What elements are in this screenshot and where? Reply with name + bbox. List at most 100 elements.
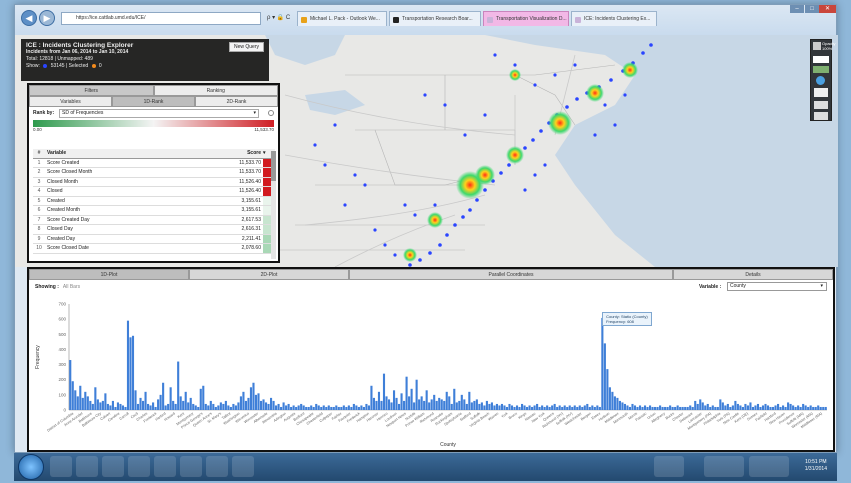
chrome-icon[interactable] — [128, 456, 150, 477]
tab-variables[interactable]: Variables — [29, 96, 112, 107]
chart-bar — [187, 402, 190, 410]
chart-bar — [267, 403, 270, 410]
frequency-bar-chart[interactable]: 0100200300400500600700District of Columb… — [29, 290, 833, 450]
tab-favicon-icon — [487, 17, 493, 23]
table-row[interactable]: 6 Created Month 3,155.61 — [33, 206, 275, 216]
chart-bar — [292, 405, 295, 410]
chart-bar — [234, 405, 237, 410]
chart-bar — [633, 405, 637, 410]
rank-by-select[interactable]: SD of Frequencies ▾ — [59, 109, 259, 118]
chart-bar — [162, 382, 165, 410]
chart-bar — [455, 402, 458, 410]
chart-bar — [227, 405, 230, 410]
col-header-score[interactable]: Score — [227, 149, 263, 158]
all-dot-icon[interactable] — [43, 63, 48, 68]
chart-bar — [144, 391, 147, 410]
globe-icon[interactable] — [816, 76, 825, 85]
col-header-variable[interactable]: Variable — [45, 149, 227, 158]
chart-bar — [623, 403, 627, 410]
print-icon[interactable] — [814, 101, 828, 109]
firefox-icon[interactable] — [102, 456, 124, 477]
tab-2d-plot[interactable]: 2D-Plot — [189, 269, 349, 280]
chart-bar — [224, 400, 227, 410]
scrollbar[interactable] — [271, 151, 276, 259]
media-icon[interactable] — [154, 456, 176, 477]
opacity-value: 100% — [822, 46, 833, 51]
browser-tab-2[interactable]: Transportation Visualization D... — [483, 11, 569, 26]
powerpoint-icon[interactable] — [232, 456, 254, 477]
rank-by-label: Rank by: — [33, 110, 55, 116]
tab-parallel-coordinates[interactable]: Parallel Coordinates — [349, 269, 673, 280]
chart-bar — [571, 406, 574, 410]
start-button[interactable] — [18, 454, 44, 480]
minimize-button[interactable]: – — [790, 5, 804, 13]
back-icon[interactable]: ◀ — [21, 10, 37, 26]
tab-filters[interactable]: Filters — [29, 85, 154, 96]
chart-bar — [340, 406, 343, 410]
table-row[interactable]: 9 Created Day 2,211.41 — [33, 234, 275, 244]
chart-bar — [684, 406, 687, 410]
chart-bar — [764, 403, 767, 410]
chart-bar — [608, 387, 611, 410]
row-variable: Score Closed Month — [47, 169, 93, 175]
address-bar[interactable]: https://ice.cattlab.umd.edu/ICE/ — [61, 12, 261, 25]
chart-bar — [372, 397, 376, 410]
browser-tab-0[interactable]: Michael L. Pack - Outlook We... — [297, 11, 387, 26]
tab-2d-rank[interactable]: 2D-Rank — [195, 96, 278, 107]
terrain-icon[interactable] — [813, 66, 829, 73]
table-row[interactable]: 7 Score Created Day 2,617.53 — [33, 215, 275, 225]
close-button[interactable]: ✕ — [819, 5, 836, 13]
export-icon[interactable] — [814, 112, 828, 120]
chart-bar — [641, 406, 644, 410]
tab-details[interactable]: Details — [673, 269, 833, 280]
tab-1d-plot[interactable]: 1D-Plot — [29, 269, 189, 280]
scrollbar-thumb[interactable] — [271, 151, 276, 181]
layers-icon[interactable] — [813, 42, 821, 50]
explorer-icon[interactable] — [76, 456, 98, 477]
tab-label: Transportation Research Boar... — [402, 16, 473, 22]
map-view-icon[interactable] — [813, 56, 829, 63]
table-row[interactable]: 3 Closed Month 11,526.40 — [33, 177, 275, 187]
chart-bar — [302, 405, 305, 410]
outlook-icon[interactable] — [206, 456, 228, 477]
table-row[interactable]: 4 Closed 11,526.40 — [33, 187, 275, 197]
chart-bar — [518, 406, 521, 410]
battery-icon[interactable] — [704, 456, 744, 477]
excel-icon[interactable] — [180, 456, 202, 477]
tab-1d-rank[interactable]: 1D-Rank — [112, 96, 195, 107]
browser-tab-1[interactable]: Transportation Research Boar... — [389, 11, 481, 26]
network-icon[interactable] — [654, 456, 684, 477]
table-row[interactable]: 1 Score Created 11,533.70 — [33, 158, 275, 168]
chart-bar — [694, 400, 697, 410]
chart-bar — [126, 320, 130, 410]
chart-bar — [450, 403, 453, 410]
forward-icon[interactable]: ▶ — [39, 10, 55, 26]
maximize-button[interactable]: □ — [805, 5, 819, 13]
chart-bar — [305, 406, 308, 410]
table-row[interactable]: 10 Score Closed Date 2,078.60 — [33, 244, 275, 254]
chart-bar — [237, 402, 240, 410]
table-row[interactable]: 5 Created 3,155.61 — [33, 196, 275, 206]
new-query-button[interactable]: New Query — [228, 42, 264, 52]
chart-bar — [360, 405, 363, 410]
browser-tab-3[interactable]: ICE: Incidents Clustering Ex... — [571, 11, 657, 26]
chart-bar — [536, 403, 539, 410]
tab-ranking[interactable]: Ranking — [153, 85, 278, 96]
y-tick-label: 600 — [58, 317, 66, 322]
chart-bar — [505, 406, 509, 410]
address-controls[interactable]: ρ ▾ 🔒 C — [267, 14, 290, 21]
table-row[interactable]: 8 Closed Day 2,616.31 — [33, 225, 275, 235]
chart-bar — [332, 406, 335, 410]
chart-bar — [671, 406, 674, 410]
ie-icon[interactable] — [50, 456, 72, 477]
selected-dot-icon[interactable] — [91, 63, 96, 68]
table-row[interactable]: 2 Score Closed Month 11,533.70 — [33, 168, 275, 178]
tab-label: ICE: Incidents Clustering Ex... — [584, 16, 651, 22]
chart-bar — [606, 369, 609, 410]
settings-icon[interactable] — [268, 110, 274, 116]
legend-icon[interactable] — [814, 88, 828, 97]
system-clock[interactable]: 10:51 PM 1/31/2014 — [805, 459, 827, 473]
x-tick-label: Carroll — [119, 411, 130, 420]
volume-icon[interactable] — [749, 456, 789, 477]
chart-bar — [453, 388, 456, 410]
